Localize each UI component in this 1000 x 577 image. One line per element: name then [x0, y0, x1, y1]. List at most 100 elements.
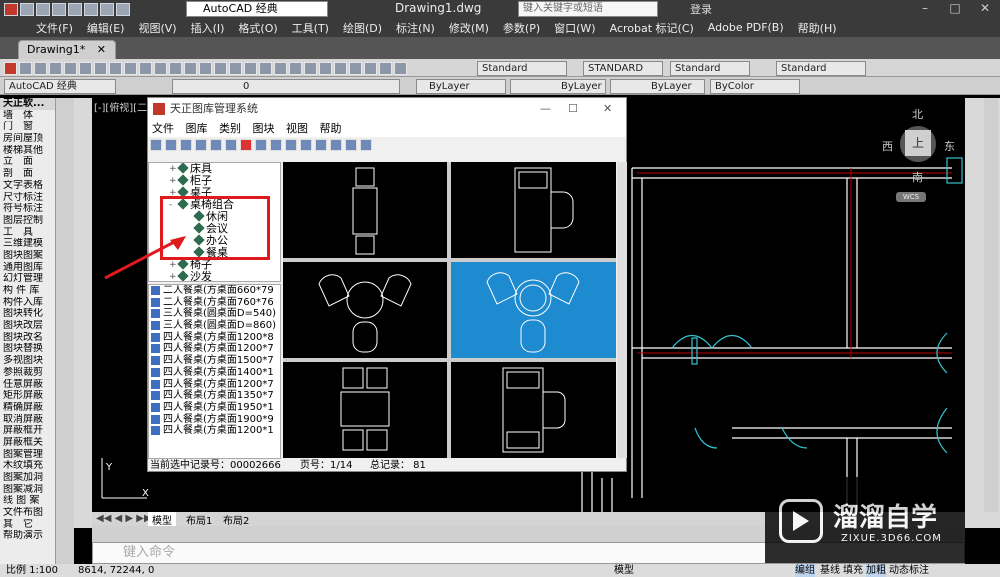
copy-icon[interactable] — [154, 61, 167, 75]
block-list-item[interactable]: 四人餐桌(方桌面1200*1 — [149, 425, 280, 437]
palette-item[interactable]: 图块改层 — [0, 320, 55, 332]
zoom-realtime-icon[interactable] — [259, 61, 272, 75]
mleader-style-dropdown[interactable]: Standard — [776, 61, 866, 76]
tab-drawing1[interactable]: Drawing1* ✕ — [18, 40, 116, 59]
palette-item[interactable]: 图块图案 — [0, 250, 55, 262]
search-icon[interactable] — [225, 139, 237, 151]
palette-scrollbar[interactable] — [56, 98, 74, 568]
viewcube-east[interactable]: 东 — [944, 138, 955, 154]
block-list[interactable]: 二人餐桌(方桌面660*79 二人餐桌(方桌面760*76 三人餐桌(圆桌面D=54… — [148, 284, 281, 459]
block-list-item[interactable]: 三人餐桌(圆桌面D=540) — [149, 308, 280, 320]
menu-help[interactable]: 帮助(H) — [798, 20, 837, 36]
layout-nav-icons[interactable]: ◀◀ ◀ ▶ ▶▶ — [96, 513, 152, 524]
preview-cell[interactable] — [283, 262, 447, 358]
palette-item[interactable]: 图案管理 — [0, 449, 55, 461]
palette-item[interactable]: 墙 体 — [0, 110, 55, 122]
insert-block-icon[interactable] — [195, 139, 207, 151]
dialog-menu-file[interactable]: 文件 — [152, 122, 174, 135]
pan-icon[interactable] — [244, 61, 257, 75]
undo-tb-icon[interactable] — [214, 61, 227, 75]
palette-item[interactable]: 木纹填充 — [0, 460, 55, 472]
menu-adobe-pdf[interactable]: Adobe PDF(B) — [708, 21, 784, 34]
expand-toggle-icon[interactable]: + — [169, 175, 177, 187]
dim-style-dropdown[interactable]: STANDARD — [583, 61, 663, 76]
status-bold[interactable]: 加粗 — [866, 564, 886, 577]
tab-close-icon[interactable]: ✕ — [97, 43, 106, 56]
block-list-item[interactable]: 四人餐桌(方桌面1500*7 — [149, 355, 280, 367]
tab-model[interactable]: 模型 — [148, 512, 176, 527]
block-list-item[interactable]: 四人餐桌(方桌面1900*9 — [149, 414, 280, 426]
expand-toggle-icon[interactable]: + — [169, 163, 177, 175]
login-button[interactable]: 登录 — [690, 1, 712, 17]
paste-icon[interactable] — [169, 61, 182, 75]
preview-cell[interactable] — [451, 162, 616, 258]
dialog-close-icon[interactable]: ✕ — [603, 98, 612, 120]
palette-item[interactable]: 图块转化 — [0, 308, 55, 320]
menu-view[interactable]: 视图(V) — [138, 20, 176, 36]
preview-cell[interactable] — [451, 362, 616, 458]
viewcube-west[interactable]: 西 — [882, 138, 893, 154]
redo-tb-icon[interactable] — [229, 61, 242, 75]
menu-dimension[interactable]: 标注(N) — [396, 20, 435, 36]
wcs-menu[interactable]: WCS — [896, 192, 926, 202]
block-list-item[interactable]: 四人餐桌(方桌面1950*1 — [149, 402, 280, 414]
tab-layout1[interactable]: 布局1 — [182, 512, 216, 527]
palette-item[interactable]: 房间屋顶 — [0, 133, 55, 145]
preview-cell[interactable] — [283, 162, 447, 258]
viewcube-south[interactable]: 南 — [912, 169, 923, 185]
palette-item[interactable]: 尺寸标注 — [0, 192, 55, 204]
dialog-minimize-icon[interactable]: — — [540, 98, 551, 120]
palette-item[interactable]: 屏蔽框开 — [0, 425, 55, 437]
palette-item[interactable]: 文件布图 — [0, 507, 55, 519]
close-icon[interactable]: ✕ — [970, 0, 1000, 18]
design-center-icon[interactable] — [319, 61, 332, 75]
palette-item[interactable]: 屏蔽框关 — [0, 437, 55, 449]
edit-icon[interactable] — [345, 139, 357, 151]
linetype-dropdown[interactable]: ByLayer — [510, 79, 606, 94]
replace-icon[interactable] — [210, 139, 222, 151]
menu-draw[interactable]: 绘图(D) — [343, 20, 382, 36]
status-fill[interactable]: 填充 — [843, 564, 863, 577]
palette-item[interactable]: 剖 面 — [0, 168, 55, 180]
dialog-maximize-icon[interactable]: ☐ — [568, 98, 578, 120]
plot-icon[interactable] — [79, 61, 92, 75]
zoom-prev-icon[interactable] — [289, 61, 302, 75]
palette-item[interactable]: 任意屏蔽 — [0, 379, 55, 391]
match-prop-icon[interactable] — [184, 61, 197, 75]
palette-item[interactable]: 精确屏蔽 — [0, 402, 55, 414]
menu-window[interactable]: 窗口(W) — [554, 20, 595, 36]
fit-icon[interactable] — [180, 139, 192, 151]
block-list-item[interactable]: 四人餐桌(方桌面1350*7 — [149, 390, 280, 402]
redo-icon[interactable] — [116, 2, 130, 16]
save-icon[interactable] — [52, 2, 66, 16]
table-style-dropdown[interactable]: Standard — [670, 61, 750, 76]
text-style-dropdown[interactable]: Standard — [477, 61, 567, 76]
palette-item[interactable]: 帮助演示 — [0, 530, 55, 542]
undo-icon[interactable] — [100, 2, 114, 16]
quickcalc-icon[interactable] — [379, 61, 392, 75]
down-icon[interactable] — [300, 139, 312, 151]
new-icon[interactable] — [19, 61, 32, 75]
markup-icon[interactable] — [364, 61, 377, 75]
cut-icon[interactable] — [139, 61, 152, 75]
workspace2-dropdown[interactable]: AutoCAD 经典 — [4, 79, 116, 94]
open-lib-icon[interactable] — [165, 139, 177, 151]
properties-icon[interactable] — [304, 61, 317, 75]
color-dropdown[interactable]: ByLayer — [416, 79, 506, 94]
block-list-item[interactable]: 四人餐桌(方桌面1200*7 — [149, 379, 280, 391]
palette-item[interactable]: 图案减洞 — [0, 484, 55, 496]
print-icon[interactable] — [84, 2, 98, 16]
palette-item[interactable]: 工 具 — [0, 227, 55, 239]
dialog-menu-view[interactable]: 视图 — [286, 122, 308, 135]
dialog-menu-library[interactable]: 图库 — [186, 122, 208, 135]
dialog-menu-block[interactable]: 图块 — [253, 122, 275, 135]
menu-modify[interactable]: 修改(M) — [449, 20, 489, 36]
up-icon[interactable] — [285, 139, 297, 151]
plotstyle-dropdown[interactable]: ByColor — [710, 79, 800, 94]
help-search-input[interactable]: 键入关键字或短语 — [518, 1, 658, 17]
palette-item[interactable]: 线 图 案 — [0, 495, 55, 507]
vertical-scrollbar[interactable] — [984, 98, 998, 512]
scale-indicator[interactable]: 比例 1:100 — [6, 564, 58, 577]
preview-icon[interactable] — [94, 61, 107, 75]
tree-node[interactable]: + 柜子 — [149, 174, 280, 187]
